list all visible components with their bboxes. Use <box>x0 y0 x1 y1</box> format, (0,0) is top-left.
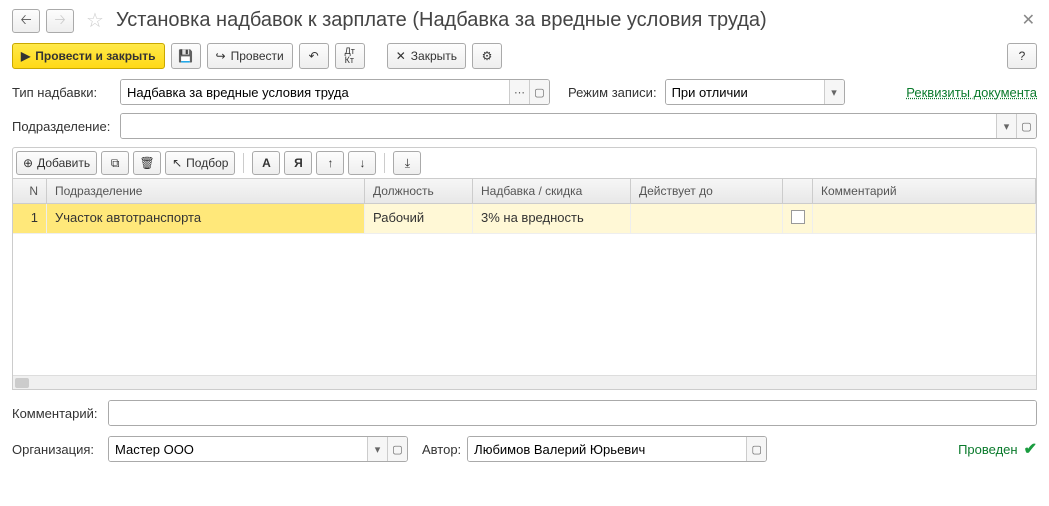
import-button[interactable]: ⤓ <box>393 151 421 175</box>
comment-label: Комментарий: <box>12 406 102 421</box>
page-title: Установка надбавок к зарплате (Надбавка … <box>116 9 767 32</box>
type-label: Тип надбавки: <box>12 85 112 100</box>
author-open-icon[interactable]: ▢ <box>746 437 766 461</box>
sort-a-button[interactable]: А <box>252 151 280 175</box>
mode-input-wrap[interactable]: ▾ <box>665 79 845 105</box>
comment-input-wrap[interactable] <box>108 400 1037 426</box>
type-open-icon[interactable]: ▢ <box>529 80 549 104</box>
cell-pos[interactable]: Рабочий <box>365 204 473 233</box>
author-label: Автор: <box>422 442 461 457</box>
copy-button[interactable]: ⧉ <box>101 151 129 175</box>
delete-button[interactable]: 🗑 <box>133 151 161 175</box>
author-input[interactable] <box>468 437 746 461</box>
forward-button[interactable]: 🡢 <box>46 9 74 33</box>
move-up-button[interactable]: ↑ <box>316 151 344 175</box>
cell-comm[interactable] <box>813 204 1036 233</box>
arrow-up-icon: ↑ <box>327 156 333 170</box>
col-until-header[interactable]: Действует до <box>631 179 783 203</box>
type-input[interactable] <box>121 80 509 104</box>
mode-label: Режим записи: <box>568 85 657 100</box>
type-ellipsis-icon[interactable]: ⋯ <box>509 80 529 104</box>
col-pos-header[interactable]: Должность <box>365 179 473 203</box>
cell-dept[interactable]: Участок автотранспорта <box>47 204 365 233</box>
close-button[interactable]: ✕ Закрыть <box>387 43 466 69</box>
dept-label: Подразделение: <box>12 119 112 134</box>
author-input-wrap[interactable]: ▢ <box>467 436 767 462</box>
save-button[interactable]: 💾 <box>171 43 201 69</box>
cell-n[interactable]: 1 <box>13 204 47 233</box>
org-input[interactable] <box>109 437 367 461</box>
cell-until[interactable] <box>631 204 783 233</box>
org-label: Организация: <box>12 442 102 457</box>
dept-open-icon[interactable]: ▢ <box>1016 114 1036 138</box>
post-label: Провести <box>231 49 284 63</box>
org-dropdown-icon[interactable]: ▾ <box>367 437 387 461</box>
copy-icon: ⧉ <box>111 156 120 171</box>
org-input-wrap[interactable]: ▾ ▢ <box>108 436 408 462</box>
post-close-label: Провести и закрыть <box>35 49 155 63</box>
dtkt-button[interactable]: ДтКт <box>335 43 365 69</box>
grid: N Подразделение Должность Надбавка / ски… <box>12 178 1037 390</box>
horizontal-scrollbar[interactable] <box>13 375 1036 389</box>
grid-header-row: N Подразделение Должность Надбавка / ски… <box>13 179 1036 204</box>
check-icon: ✔ <box>1024 439 1037 459</box>
add-label: Добавить <box>37 156 90 170</box>
import-icon: ⤓ <box>405 156 410 171</box>
grid-toolbar: ⊕ Добавить ⧉ 🗑 ↖ Подбор А Я ↑ ↓ ⤓ <box>12 147 1037 178</box>
comment-input[interactable] <box>109 401 1036 425</box>
back-button[interactable]: 🡠 <box>12 9 40 33</box>
post-button[interactable]: ↪ Провести <box>207 43 293 69</box>
plus-circle-icon: ⊕ <box>23 156 33 170</box>
grid-body: 1 Участок автотранспорта Рабочий 3% на в… <box>13 204 1036 375</box>
dept-dropdown-icon[interactable]: ▾ <box>996 114 1016 138</box>
close-label: Закрыть <box>411 49 457 63</box>
col-chk-header[interactable] <box>783 179 813 203</box>
mode-dropdown-icon[interactable]: ▾ <box>824 80 844 104</box>
undo-button[interactable]: ↶ <box>299 43 329 69</box>
cell-chk[interactable] <box>783 204 813 233</box>
post-close-icon: ▶ <box>21 49 30 63</box>
help-button[interactable]: ? <box>1007 43 1037 69</box>
org-open-icon[interactable]: ▢ <box>387 437 407 461</box>
type-input-wrap[interactable]: ⋯ ▢ <box>120 79 550 105</box>
dept-input[interactable] <box>121 114 996 138</box>
letter-a-icon: А <box>262 156 271 170</box>
arrow-down-icon: ↓ <box>359 156 365 170</box>
dtkt-icon: ДтКт <box>345 47 355 65</box>
col-dept-header[interactable]: Подразделение <box>47 179 365 203</box>
help-icon: ? <box>1019 49 1026 63</box>
col-allow-header[interactable]: Надбавка / скидка <box>473 179 631 203</box>
close-icon[interactable]: ✕ <box>1022 10 1035 30</box>
status-badge: Проведен <box>958 442 1018 457</box>
cell-allow[interactable]: 3% на вредность <box>473 204 631 233</box>
details-link[interactable]: Реквизиты документа <box>906 85 1037 100</box>
sort-ya-button[interactable]: Я <box>284 151 312 175</box>
gear-icon: ⚙ <box>482 49 493 63</box>
col-comm-header[interactable]: Комментарий <box>813 179 1036 203</box>
cursor-icon: ↖ <box>172 156 182 170</box>
favorite-star-icon[interactable]: ☆ <box>86 8 104 33</box>
save-icon: 💾 <box>178 49 193 63</box>
trash-icon: 🗑 <box>139 156 154 170</box>
select-label: Подбор <box>186 156 228 170</box>
mode-input[interactable] <box>666 80 824 104</box>
col-n-header[interactable]: N <box>13 179 47 203</box>
settings-button[interactable]: ⚙ <box>472 43 502 69</box>
post-and-close-button[interactable]: ▶ Провести и закрыть <box>12 43 165 69</box>
post-icon: ↪ <box>216 49 226 63</box>
letter-ya-icon: Я <box>294 156 303 170</box>
move-down-button[interactable]: ↓ <box>348 151 376 175</box>
table-row[interactable]: 1 Участок автотранспорта Рабочий 3% на в… <box>13 204 1036 234</box>
select-button[interactable]: ↖ Подбор <box>165 151 235 175</box>
add-button[interactable]: ⊕ Добавить <box>16 151 97 175</box>
close-x-icon: ✕ <box>396 49 406 63</box>
checkbox-icon[interactable] <box>791 210 805 224</box>
undo-icon: ↶ <box>309 49 319 63</box>
dept-input-wrap[interactable]: ▾ ▢ <box>120 113 1037 139</box>
